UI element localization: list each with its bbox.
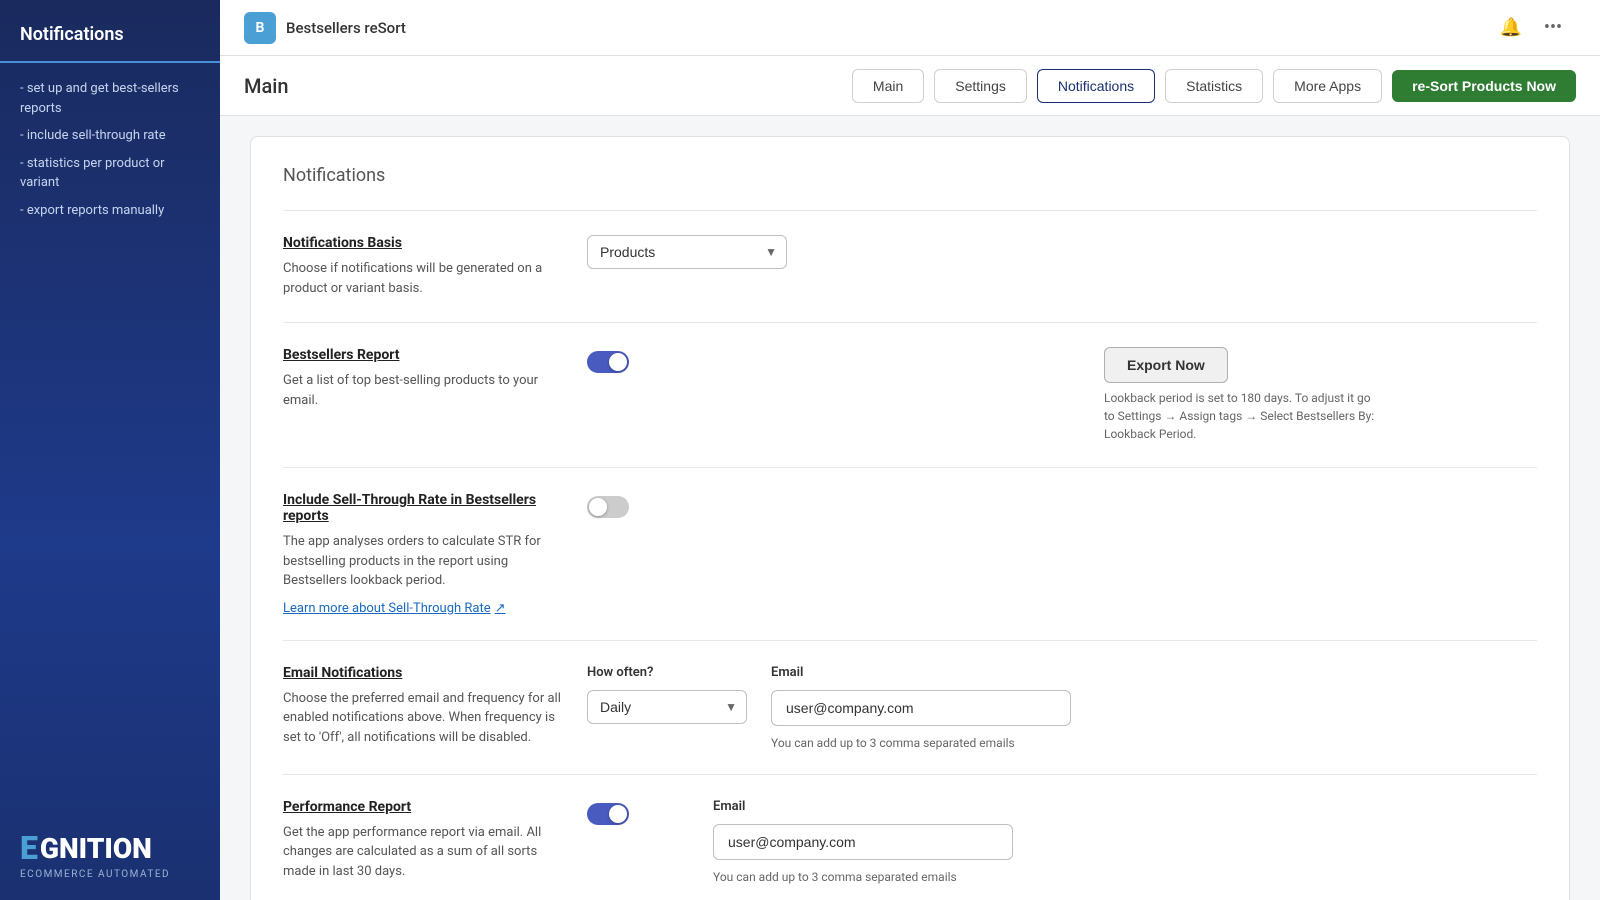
sidebar-item-2: - statistics per product or variant [20, 154, 200, 193]
external-link-icon: ↗ [495, 601, 506, 616]
performance-report-section: Performance Report Get the app performan… [283, 774, 1537, 900]
app-icon: B [244, 12, 276, 44]
bestsellers-report-right [587, 347, 1020, 373]
sidebar-logo: EGNITION ECOMMERCE AUTOMATED [0, 809, 220, 900]
performance-email-group: Email You can add up to 3 comma separate… [713, 799, 1013, 884]
email-field-label: Email [771, 665, 1071, 680]
sell-through-title: Include Sell-Through Rate in Bestsellers… [283, 492, 563, 524]
bestsellers-export-area: Export Now Lookback period is set to 180… [1104, 347, 1537, 443]
email-input[interactable] [771, 690, 1071, 726]
nav-notifications-button[interactable]: Notifications [1037, 69, 1155, 103]
notifications-basis-dropdown-wrap: Products Variants ▼ [587, 235, 787, 269]
bestsellers-report-section: Bestsellers Report Get a list of top bes… [283, 322, 1537, 467]
sidebar-item-1: - include sell-through rate [20, 126, 200, 146]
sell-through-toggle-wrap [587, 496, 629, 518]
frequency-dropdown[interactable]: Daily Weekly Monthly Off [587, 690, 747, 724]
toggle-knob-str [589, 498, 607, 516]
notifications-card-title: Notifications [283, 165, 1537, 186]
performance-report-row: Performance Report Get the app performan… [283, 799, 1537, 884]
sell-through-left: Include Sell-Through Rate in Bestsellers… [283, 492, 563, 616]
logo-e: E [20, 829, 38, 867]
performance-report-desc: Get the app performance report via email… [283, 823, 563, 882]
bestsellers-report-left: Bestsellers Report Get a list of top bes… [283, 347, 563, 410]
sell-through-toggle[interactable] [587, 496, 629, 518]
email-notifications-section: Email Notifications Choose the preferred… [283, 640, 1537, 774]
sidebar-item-3: - export reports manually [20, 201, 200, 221]
sell-through-link[interactable]: Learn more about Sell-Through Rate ↗ [283, 601, 506, 616]
export-note: Lookback period is set to 180 days. To a… [1104, 389, 1384, 443]
notifications-basis-desc: Choose if notifications will be generate… [283, 259, 563, 298]
re-sort-products-button[interactable]: re-Sort Products Now [1392, 70, 1576, 102]
email-field-group: Email You can add up to 3 comma separate… [771, 665, 1071, 750]
toggle-knob [609, 353, 627, 371]
how-often-label: How often? [587, 665, 747, 680]
email-notifications-row: Email Notifications Choose the preferred… [283, 665, 1537, 750]
bestsellers-report-toggle-wrap [587, 351, 629, 373]
notifications-basis-left: Notifications Basis Choose if notificati… [283, 235, 563, 298]
topbar: B Bestsellers reSort 🔔 ••• [220, 0, 1600, 56]
bestsellers-report-toggle[interactable] [587, 351, 629, 373]
nav-more-apps-button[interactable]: More Apps [1273, 69, 1382, 103]
bestsellers-report-desc: Get a list of top best-selling products … [283, 371, 563, 410]
nav-statistics-button[interactable]: Statistics [1165, 69, 1263, 103]
navbar: Main Main Settings Notifications Statist… [220, 56, 1600, 116]
sidebar-item-0: - set up and get best-sellers reports [20, 79, 200, 118]
email-hint: You can add up to 3 comma separated emai… [771, 736, 1071, 750]
topbar-icons: 🔔 ••• [1496, 13, 1568, 43]
page-title: Main [244, 74, 842, 98]
performance-report-title: Performance Report [283, 799, 563, 815]
notifications-basis-dropdown[interactable]: Products Variants [587, 235, 787, 269]
email-notifications-desc: Choose the preferred email and frequency… [283, 689, 563, 748]
performance-controls: Email You can add up to 3 comma separate… [587, 799, 1013, 884]
bestsellers-report-title: Bestsellers Report [283, 347, 563, 363]
content-area: Notifications Notifications Basis Choose… [220, 116, 1600, 900]
export-now-button[interactable]: Export Now [1104, 347, 1228, 383]
sidebar-title: Notifications [0, 0, 220, 63]
how-often-group: How often? Daily Weekly Monthly Off ▼ [587, 665, 747, 724]
notifications-card: Notifications Notifications Basis Choose… [250, 136, 1570, 900]
sell-through-link-text: Learn more about Sell-Through Rate [283, 601, 491, 616]
email-notifications-left: Email Notifications Choose the preferred… [283, 665, 563, 748]
notifications-basis-title: Notifications Basis [283, 235, 563, 251]
performance-email-input[interactable] [713, 824, 1013, 860]
nav-main-button[interactable]: Main [852, 69, 924, 103]
performance-email-hint: You can add up to 3 comma separated emai… [713, 870, 1013, 884]
toggle-knob-perf [609, 805, 627, 823]
performance-report-left: Performance Report Get the app performan… [283, 799, 563, 882]
sell-through-right [587, 492, 1537, 518]
email-notifications-title: Email Notifications [283, 665, 563, 681]
sidebar: Notifications - set up and get best-sell… [0, 0, 220, 900]
bell-icon[interactable]: 🔔 [1496, 13, 1526, 43]
email-controls: How often? Daily Weekly Monthly Off ▼ [587, 665, 1071, 750]
notifications-basis-right: Products Variants ▼ [587, 235, 1537, 269]
sidebar-content: - set up and get best-sellers reports - … [0, 63, 220, 809]
performance-report-toggle[interactable] [587, 803, 629, 825]
sell-through-desc: The app analyses orders to calculate STR… [283, 532, 563, 591]
nav-settings-button[interactable]: Settings [934, 69, 1027, 103]
logo-sub: ECOMMERCE AUTOMATED [20, 869, 200, 880]
notifications-basis-section: Notifications Basis Choose if notificati… [283, 210, 1537, 322]
logo-name: GNITION [40, 832, 152, 865]
more-icon[interactable]: ••• [1538, 13, 1568, 43]
performance-email-label: Email [713, 799, 1013, 814]
main-area: B Bestsellers reSort 🔔 ••• Main Main Set… [220, 0, 1600, 900]
logo-main: EGNITION [20, 829, 200, 867]
frequency-dropdown-wrap: Daily Weekly Monthly Off ▼ [587, 690, 747, 724]
sell-through-rate-section: Include Sell-Through Rate in Bestsellers… [283, 467, 1537, 640]
performance-report-toggle-wrap [587, 803, 629, 825]
app-name: Bestsellers reSort [286, 19, 1496, 37]
